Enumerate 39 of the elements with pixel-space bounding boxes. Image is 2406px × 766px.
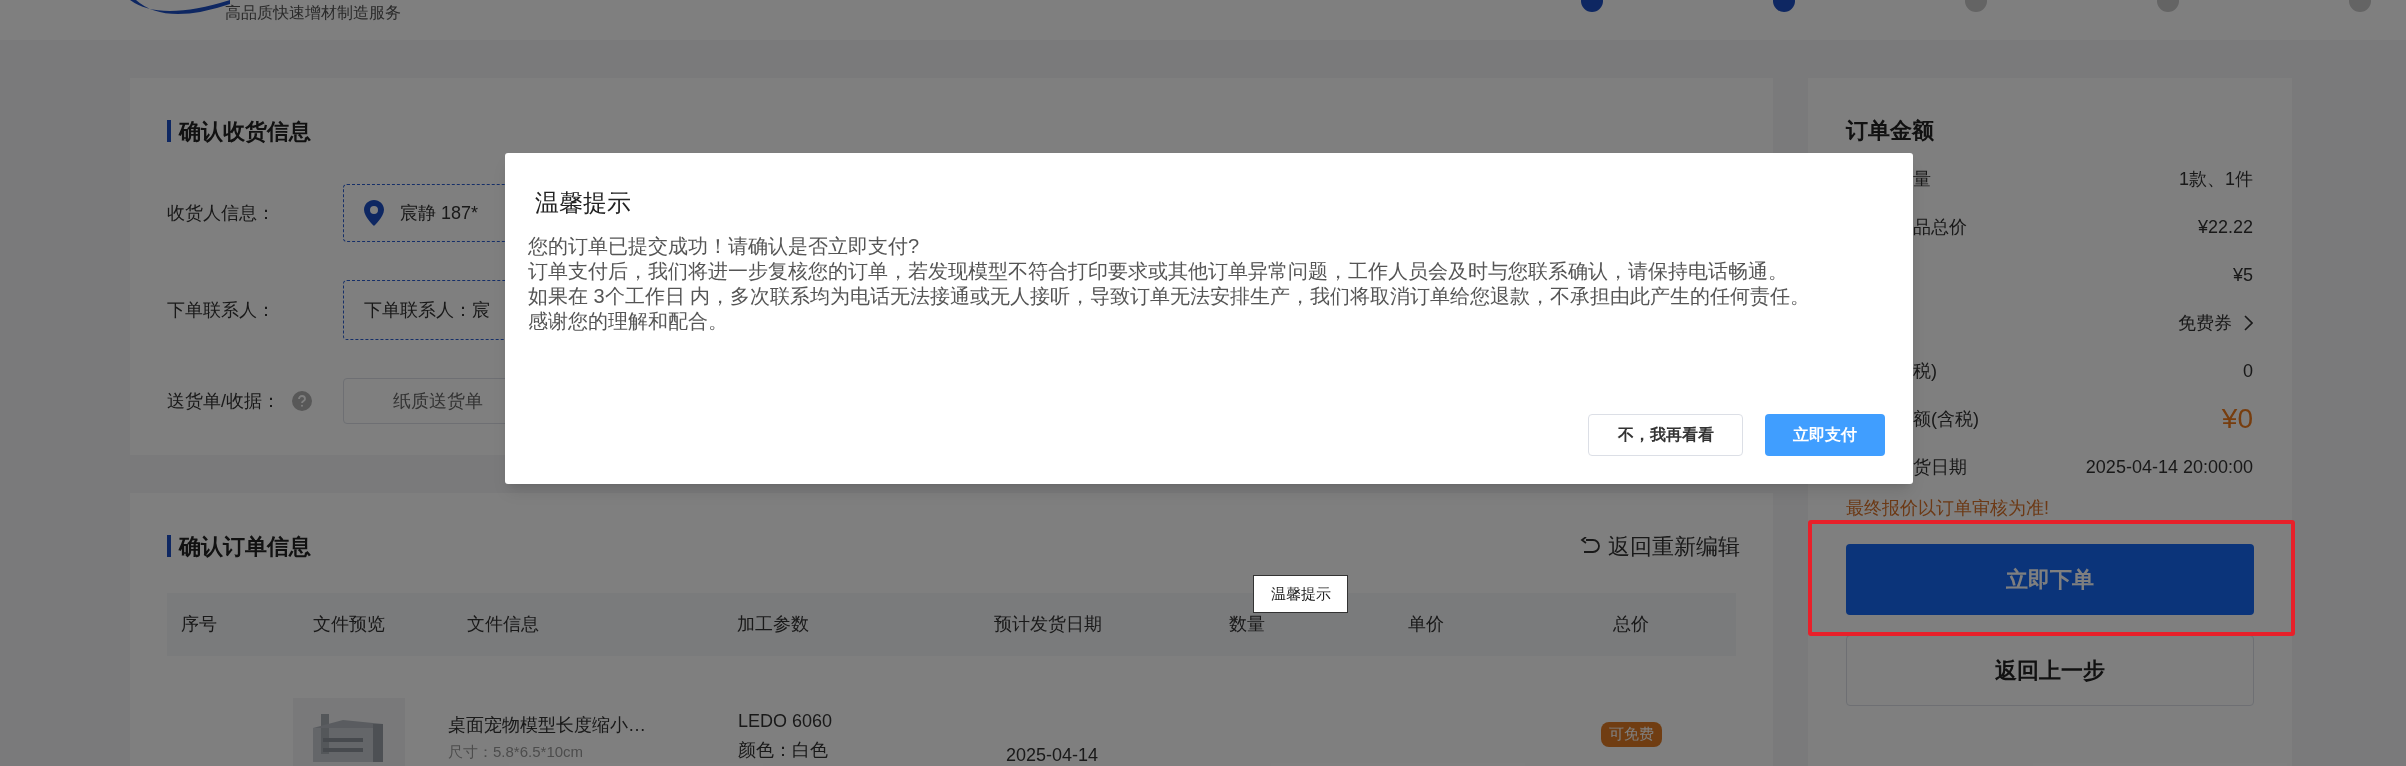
column-header: 单价	[1407, 614, 1444, 634]
recipient-text: 宸静 187*	[400, 201, 479, 225]
section-title: 确认收货信息	[179, 117, 311, 146]
field-label: 下单联系人：	[167, 298, 276, 322]
summary-value: ¥0	[2221, 402, 2253, 436]
summary-label: 额(含税)	[1913, 407, 1979, 431]
field-label: 送货单/收据：	[167, 389, 280, 413]
column-header: 文件信息	[467, 614, 540, 634]
price-note: 最终报价以订单审核为准!	[1846, 498, 2049, 518]
color-text: 颜色：白色	[738, 739, 829, 762]
summary-value: ¥5	[2232, 263, 2253, 287]
file-name: 桌面宠物模型长度缩小…	[448, 714, 647, 737]
tagline: 高品质快速增材制造服务	[225, 3, 401, 23]
column-header: 文件预览	[312, 614, 385, 634]
dialog-title: 温馨提示	[535, 189, 631, 216]
section-title: 确认订单信息	[179, 532, 311, 561]
dialog-message: 感谢您的理解和配合。	[528, 309, 729, 334]
dialog-message: 如果在 3个工作日 内，多次联系均为电话无法接通或无人接听，导致订单无法安排生产，我们将取消订单给您退款，不承担由此产生的任何责任。	[528, 284, 1812, 309]
dialog-message: 您的订单已提交成功！请确认是否立即支付?	[528, 234, 921, 259]
column-header: 数量	[1229, 614, 1266, 634]
summary-title: 订单金额	[1846, 118, 1934, 143]
column-header: 加工参数	[736, 614, 809, 634]
column-header: 总价	[1613, 614, 1650, 634]
summary-label: 品总价	[1913, 215, 1967, 239]
column-header: 预计发货日期	[993, 614, 1102, 634]
field-label: 收货人信息：	[167, 201, 276, 225]
material-text: LEDO 6060	[738, 710, 834, 733]
dialog-message: 订单支付后，我们将进一步复核您的订单，若发现模型不符合打印要求或其他订单异常问题，工作人员会及时与您联系确认，请保持电话畅通。	[528, 259, 1789, 284]
ship-date: 2025-04-14	[1006, 745, 1099, 765]
summary-label: 货日期	[1913, 455, 1967, 479]
summary-value: ¥22.22	[2197, 215, 2253, 239]
summary-label: 税)	[1913, 359, 1937, 383]
tooltip: 温馨提示	[1253, 575, 1348, 613]
summary-value: 1款、1件	[2178, 167, 2253, 191]
summary-value: 2025-04-14 20:00:00	[2085, 455, 2253, 479]
column-header: 序号	[181, 614, 217, 634]
summary-label: 量	[1913, 167, 1931, 191]
summary-value: 0	[2243, 359, 2253, 383]
free-badge: 可免费	[1601, 722, 1662, 747]
